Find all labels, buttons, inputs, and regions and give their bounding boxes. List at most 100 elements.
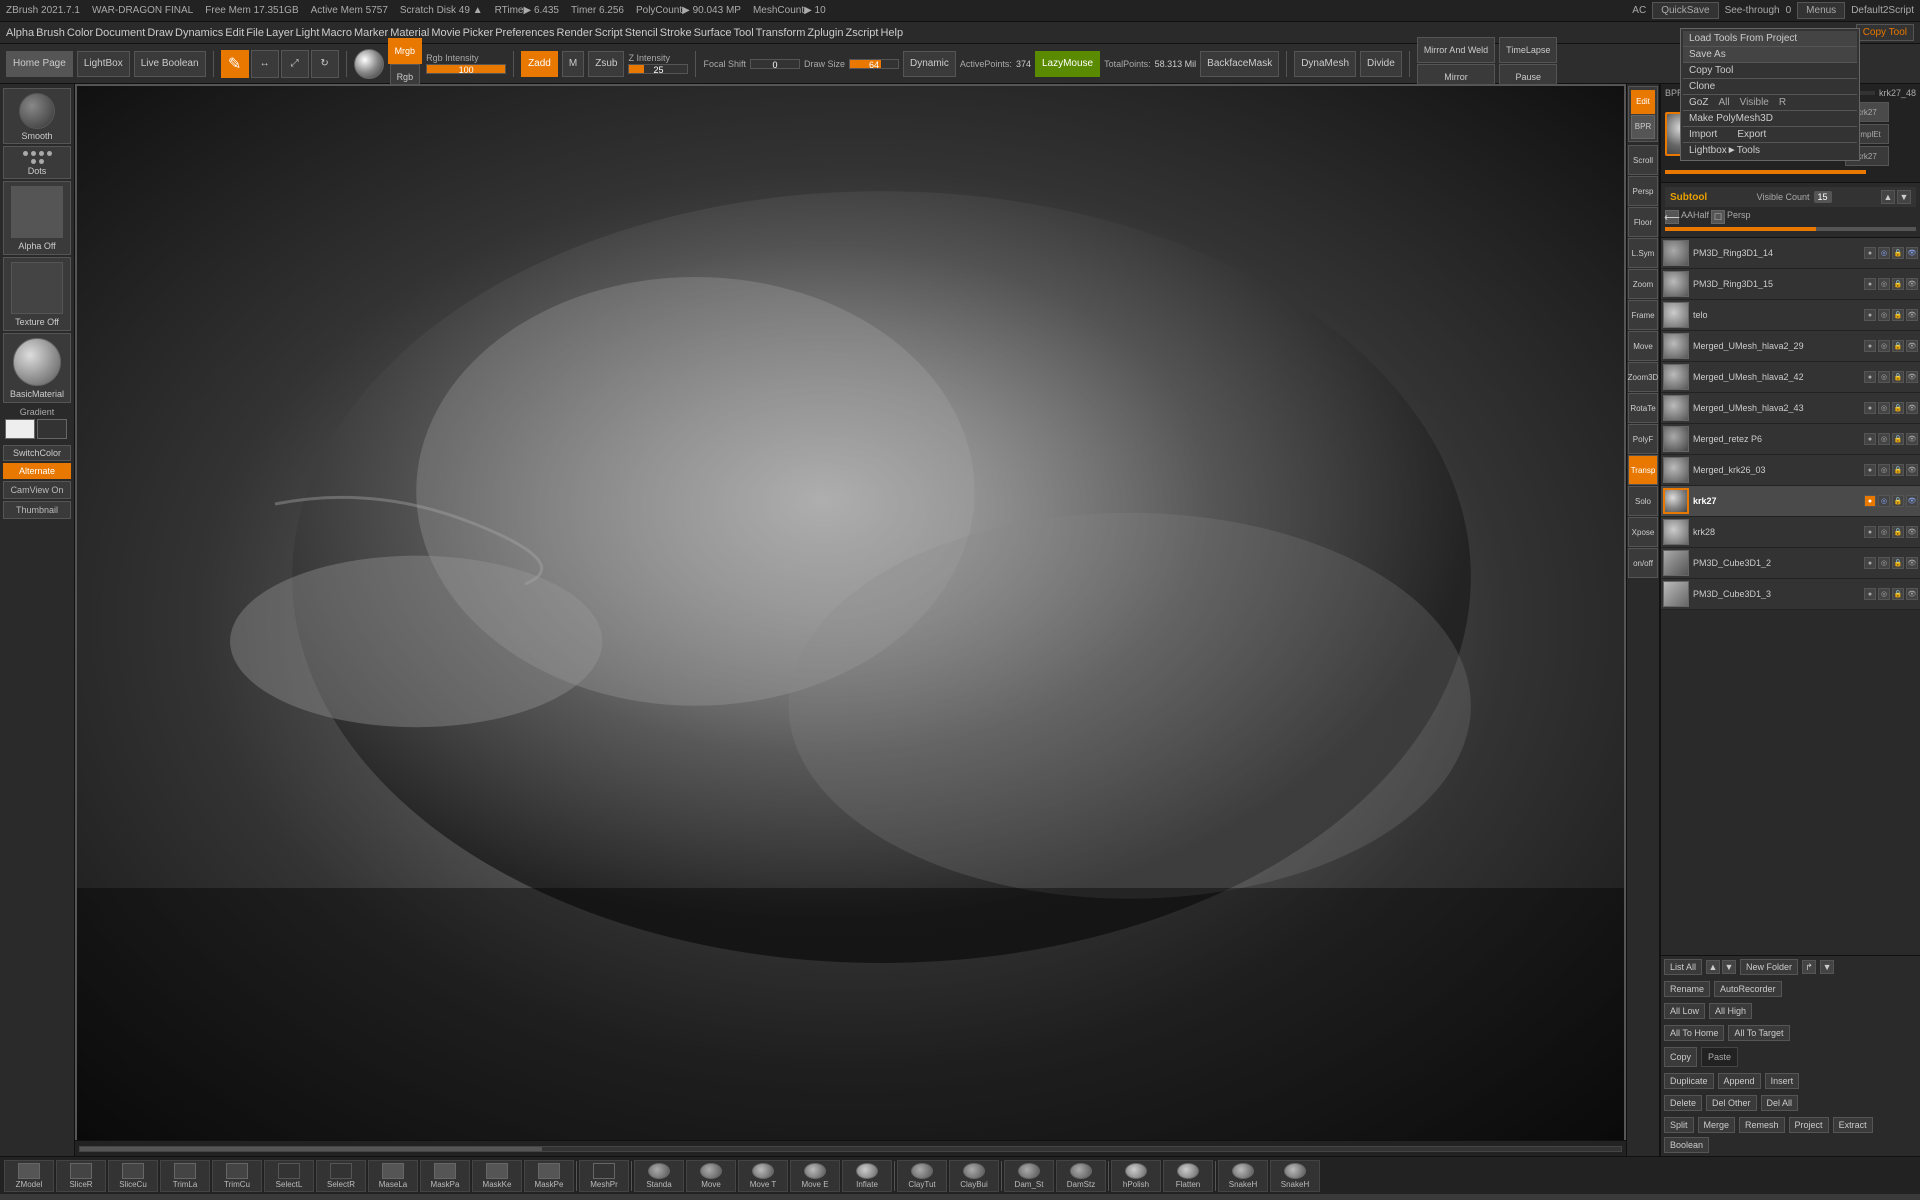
mesh-eye-icon-2[interactable]: 👁 [1906, 309, 1918, 321]
dynamic-button[interactable]: Dynamic [903, 51, 956, 77]
mesh-vis-icon-3[interactable]: ◎ [1878, 340, 1890, 352]
merge-btn[interactable]: Merge [1698, 1117, 1736, 1133]
bottom-damst[interactable]: Dam_St [1004, 1160, 1054, 1192]
mrgb-button[interactable]: Mrgb [388, 38, 423, 64]
mesh-lock-icon-2[interactable]: 🔒 [1892, 309, 1904, 321]
menu-brush[interactable]: Brush [36, 27, 65, 39]
bottom-maskke[interactable]: MaskKe [472, 1160, 522, 1192]
insert-btn[interactable]: Insert [1765, 1073, 1800, 1089]
mesh-lock-icon-11[interactable]: 🔒 [1892, 588, 1904, 600]
mesh-select-icon-8[interactable]: ● [1864, 495, 1876, 507]
menu-movie[interactable]: Movie [431, 27, 460, 39]
canvas-area[interactable] [75, 84, 1626, 1156]
bottom-selectl[interactable]: SelectL [264, 1160, 314, 1192]
mesh-select-icon-9[interactable]: ● [1864, 526, 1876, 538]
ctx-lightbox-tools[interactable]: Lightbox►Tools [1683, 143, 1857, 158]
mesh-item-5[interactable]: Merged_UMesh_hlava2_43 ● ◎ 🔒 👁 [1661, 393, 1920, 424]
lightbox-button[interactable]: LightBox [77, 51, 130, 77]
bottom-maskpa[interactable]: MaskPa [420, 1160, 470, 1192]
mesh-select-icon-7[interactable]: ● [1864, 464, 1876, 476]
bottom-trimla[interactable]: TrimLa [160, 1160, 210, 1192]
mesh-item-9[interactable]: krk28 ● ◎ 🔒 👁 [1661, 517, 1920, 548]
menu-tool[interactable]: Tool [733, 27, 753, 39]
mesh-vis-icon-2[interactable]: ◎ [1878, 309, 1890, 321]
ctx-save-as[interactable]: Save As [1683, 47, 1857, 63]
mesh-eye-icon-1[interactable]: 👁 [1906, 278, 1918, 290]
backface-mask-button[interactable]: BackfaceMask [1200, 51, 1279, 77]
mesh-eye-icon-0[interactable]: 👁 [1906, 247, 1918, 259]
draw-button[interactable]: ✎ [221, 50, 249, 78]
menu-edit[interactable]: Edit [225, 27, 244, 39]
zoom3d-button[interactable]: Zoom3D [1628, 362, 1658, 392]
bpr-button[interactable]: BPR [1631, 115, 1655, 139]
alternate-btn[interactable]: Alternate [3, 463, 71, 479]
bottom-masela[interactable]: MaseLa [368, 1160, 418, 1192]
mesh-lock-icon-6[interactable]: 🔒 [1892, 433, 1904, 445]
mesh-item-6[interactable]: Merged_retez P6 ● ◎ 🔒 👁 [1661, 424, 1920, 455]
draw-size-slider[interactable]: 64 [849, 59, 899, 69]
all-to-target-btn[interactable]: All To Target [1728, 1025, 1789, 1041]
bottom-movee[interactable]: Move E [790, 1160, 840, 1192]
floor-button[interactable]: Floor [1628, 207, 1658, 237]
mesh-vis-icon-8[interactable]: ◎ [1878, 495, 1890, 507]
subtool-up-arrow[interactable]: ▲ [1881, 190, 1895, 204]
rotate-button[interactable]: ↻ [311, 50, 339, 78]
bottom-movet[interactable]: Move T [738, 1160, 788, 1192]
bottom-meshpr[interactable]: MeshPr [579, 1160, 629, 1192]
menu-light[interactable]: Light [296, 27, 320, 39]
menu-preferences[interactable]: Preferences [495, 27, 554, 39]
basic-material-btn[interactable]: BasicMaterial [3, 333, 71, 403]
rotate-view-button[interactable]: RotaTe [1628, 393, 1658, 423]
mesh-lock-icon-8[interactable]: 🔒 [1892, 495, 1904, 507]
scroll-button[interactable]: Scroll [1628, 145, 1658, 175]
dynamesh-button[interactable]: DynaMesh [1294, 51, 1356, 77]
menu-zscript[interactable]: Zscript [845, 27, 878, 39]
rename-btn[interactable]: Rename [1664, 981, 1710, 997]
m-button[interactable]: M [562, 51, 584, 77]
all-low-btn[interactable]: All Low [1664, 1003, 1705, 1019]
menu-transform[interactable]: Transform [756, 27, 806, 39]
mesh-lock-icon-9[interactable]: 🔒 [1892, 526, 1904, 538]
home-page-button[interactable]: Home Page [6, 51, 73, 77]
move-button[interactable]: ↔ [251, 50, 279, 78]
timeline-scrubber[interactable] [79, 1146, 1622, 1152]
ctx-clone[interactable]: Clone [1683, 79, 1857, 95]
bottom-maskpe[interactable]: MaskPe [524, 1160, 574, 1192]
transp-button[interactable]: Transp [1628, 455, 1658, 485]
alpha-off-btn[interactable]: Alpha Off [3, 181, 71, 255]
menu-stencil[interactable]: Stencil [625, 27, 658, 39]
menu-script[interactable]: Script [595, 27, 623, 39]
xpose-button[interactable]: Xpose [1628, 517, 1658, 547]
append-btn[interactable]: Append [1718, 1073, 1761, 1089]
menu-help[interactable]: Help [880, 27, 903, 39]
menu-layer[interactable]: Layer [266, 27, 294, 39]
mesh-select-icon-2[interactable]: ● [1864, 309, 1876, 321]
copy-btn[interactable]: Copy [1664, 1047, 1697, 1067]
polyf-button[interactable]: PolyF [1628, 424, 1658, 454]
mesh-select-icon-5[interactable]: ● [1864, 402, 1876, 414]
material-sphere[interactable] [354, 49, 384, 79]
menu-surface[interactable]: Surface [694, 27, 732, 39]
move-view-button[interactable]: Move [1628, 331, 1658, 361]
bottom-selectr[interactable]: SelectR [316, 1160, 366, 1192]
mesh-item-11[interactable]: PM3D_Cube3D1_3 ● ◎ 🔒 👁 [1661, 579, 1920, 610]
mesh-item-10[interactable]: PM3D_Cube3D1_2 ● ◎ 🔒 👁 [1661, 548, 1920, 579]
mesh-vis-icon-9[interactable]: ◎ [1878, 526, 1890, 538]
menu-render[interactable]: Render [557, 27, 593, 39]
mirror-weld-button[interactable]: Mirror And Weld [1417, 37, 1495, 63]
split-btn[interactable]: Split [1664, 1117, 1694, 1133]
mesh-eye-icon-3[interactable]: 👁 [1906, 340, 1918, 352]
timelapse-button[interactable]: TimeLapse [1499, 37, 1557, 63]
mesh-eye-icon-6[interactable]: 👁 [1906, 433, 1918, 445]
list-down-btn[interactable]: ▼ [1722, 960, 1736, 974]
mesh-item-2[interactable]: telo ● ◎ 🔒 👁 [1661, 300, 1920, 331]
scale-button[interactable]: ⤢ [281, 50, 309, 78]
bottom-snakeh2[interactable]: SnakeH [1270, 1160, 1320, 1192]
mesh-vis-icon-7[interactable]: ◎ [1878, 464, 1890, 476]
bottom-slicer[interactable]: SliceR [56, 1160, 106, 1192]
del-other-btn[interactable]: Del Other [1706, 1095, 1757, 1111]
menu-alpha[interactable]: Alpha [6, 27, 34, 39]
menu-document[interactable]: Document [95, 27, 145, 39]
divide-button[interactable]: Divide [1360, 51, 1402, 77]
ctx-import-export[interactable]: ImportExport [1683, 127, 1857, 143]
